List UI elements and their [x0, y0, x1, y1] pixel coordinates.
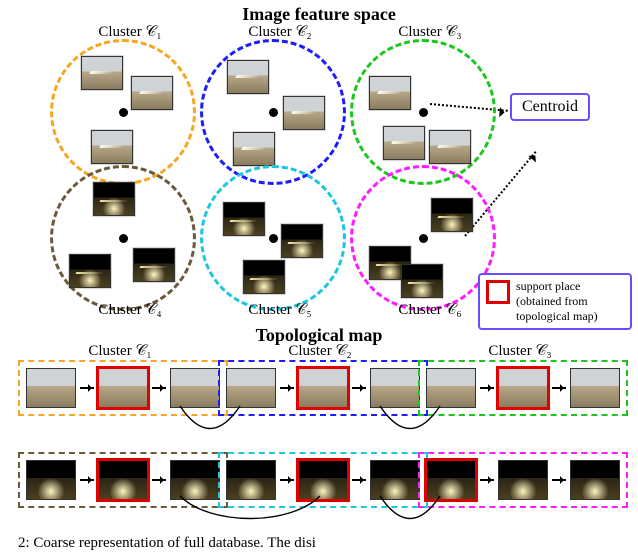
thumbnail-image — [429, 130, 471, 164]
thumbnail-image — [81, 56, 123, 90]
legend-text: support place (obtained from topological… — [516, 279, 624, 324]
legend-support-place: support place (obtained from topological… — [478, 273, 632, 330]
thumbnail-image — [223, 202, 265, 236]
cluster-circle-c4 — [50, 165, 196, 311]
curved-link — [0, 346, 638, 526]
cluster-label-c2: Cluster 𝒞₂ — [210, 23, 350, 41]
thumbnail-image — [133, 248, 175, 282]
figure-caption-fragment: 2: Coarse representation of full databas… — [18, 535, 316, 552]
feature-space-section: Cluster 𝒞₁ Cluster 𝒞₂ Cluster 𝒞₃ Centroi… — [0, 25, 638, 315]
thumbnail-image — [369, 76, 411, 110]
heading-feature-space: Image feature space — [0, 4, 638, 25]
thumbnail-image — [431, 198, 473, 232]
legend-swatch — [486, 280, 510, 304]
centroid-label-box: Centroid — [510, 93, 590, 121]
thumbnail-image — [283, 96, 325, 130]
thumbnail-image — [131, 76, 173, 110]
thumbnail-image — [383, 126, 425, 160]
thumbnail-image — [401, 264, 443, 298]
thumbnail-image — [91, 130, 133, 164]
cluster-label-c1: Cluster 𝒞₁ — [60, 23, 200, 41]
centroid-dot — [119, 234, 128, 243]
centroid-dot — [269, 234, 278, 243]
thumbnail-image — [93, 182, 135, 216]
cluster-label-c4: Cluster 𝒞₄ — [60, 301, 200, 319]
cluster-circle-c3 — [350, 39, 496, 185]
cluster-label-c5: Cluster 𝒞₅ — [210, 301, 350, 319]
cluster-circle-c1 — [50, 39, 196, 185]
cluster-circle-c5 — [200, 165, 346, 311]
centroid-dot — [119, 108, 128, 117]
thumbnail-image — [227, 60, 269, 94]
thumbnail-image — [233, 132, 275, 166]
topological-section: Cluster 𝒞₁ Cluster 𝒞₂ Cluster 𝒞₃ — [0, 346, 638, 546]
centroid-dot — [419, 108, 428, 117]
cluster-circle-c6 — [350, 165, 496, 311]
cluster-circle-c2 — [200, 39, 346, 185]
thumbnail-image — [281, 224, 323, 258]
centroid-dot — [419, 234, 428, 243]
thumbnail-image — [69, 254, 111, 288]
thumbnail-image — [243, 260, 285, 294]
centroid-dot — [269, 108, 278, 117]
cluster-label-c3: Cluster 𝒞₃ — [360, 23, 500, 41]
